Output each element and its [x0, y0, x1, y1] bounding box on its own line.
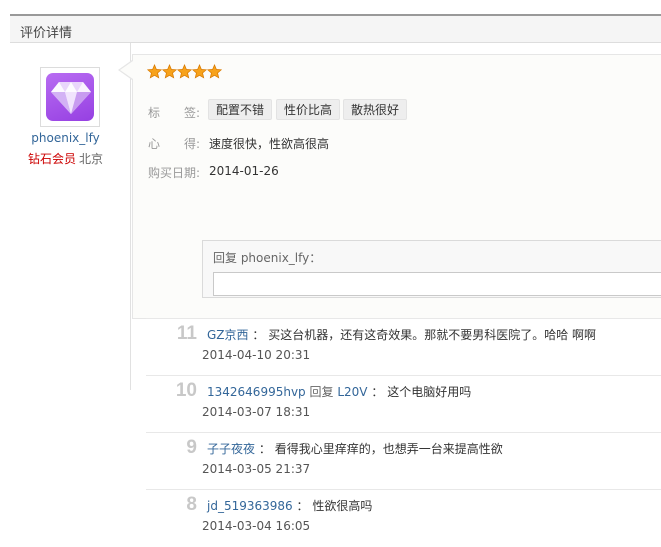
purchase-date: 2014-01-26: [209, 164, 279, 178]
comment-text: 这个电脑好用吗: [387, 385, 472, 399]
list-item: 9 子子夜夜 ： 看得我心里痒痒的，也想弄一台来提高性欲 2014-03-05 …: [146, 432, 661, 488]
comment-floor-number: 8: [186, 494, 197, 515]
comment-reply-target-link[interactable]: L20V: [337, 385, 367, 399]
comment-separator: ：: [258, 442, 271, 456]
avatar[interactable]: [40, 67, 100, 127]
star-icon: [176, 63, 193, 79]
tag-item: 配置不错: [208, 99, 273, 120]
star-icon: [206, 63, 223, 79]
star-icon: [146, 63, 163, 79]
comment-floor-number: 10: [175, 380, 197, 401]
list-item: 11 GZ京西 ： 买这台机器，还有这奇效果。那就不要男科医院了。哈哈 啊啊 2…: [146, 318, 661, 374]
diamond-icon: [51, 82, 91, 114]
review-comment: 速度很快，性欲高很高: [209, 137, 330, 151]
user-name-link[interactable]: phoenix_lfy: [0, 131, 131, 145]
star-rating: [146, 63, 223, 82]
comment-text: 买这台机器，还有这奇效果。那就不要男科医院了。哈哈 啊啊: [268, 328, 597, 342]
comment-floor-number: 9: [186, 437, 197, 458]
reply-label: 回复 phoenix_lfy：: [213, 251, 322, 265]
comment-user-link[interactable]: 1342646995hvp: [207, 385, 306, 399]
purchase-date-label: 购买日期:: [148, 166, 201, 180]
comment-date: 2014-03-05 21:37: [202, 462, 311, 476]
reply-input[interactable]: [213, 272, 661, 296]
comment-text: 性欲很高吗: [312, 499, 373, 513]
list-item: 8 jd_519363986 ： 性欲很高吗 2014-03-04 16:05: [146, 489, 661, 545]
comment-user-link[interactable]: 子子夜夜: [207, 442, 255, 456]
star-icon: [161, 63, 178, 79]
tags-label: 标 签:: [148, 106, 201, 120]
comment-separator: ：: [252, 328, 265, 342]
comment-user-link[interactable]: GZ京西: [207, 328, 249, 342]
comment-separator: ：: [296, 499, 309, 513]
user-column: phoenix_lfy 钻石会员 北京: [0, 43, 131, 390]
panel-title: 评价详情: [20, 26, 73, 41]
reply-box: 回复 phoenix_lfy：: [202, 240, 661, 298]
comment-date: 2014-04-10 20:31: [202, 348, 311, 362]
star-icon: [191, 63, 208, 79]
tag-item: 性价比高: [276, 99, 341, 120]
tag-item: 散热很好: [343, 99, 408, 120]
user-meta: 钻石会员 北京: [0, 150, 131, 167]
member-level: 钻石会员: [27, 152, 76, 166]
comment-date: 2014-03-07 18:31: [202, 405, 311, 419]
comment-reply-word: 回复: [309, 385, 334, 399]
comment-text: 看得我心里痒痒的，也想弄一台来提高性欲: [274, 442, 503, 456]
comment-label: 心 得:: [148, 137, 201, 151]
user-city: 北京: [79, 152, 104, 166]
list-item: 10 1342646995hvp 回复 L20V ： 这个电脑好用吗 2014-…: [146, 375, 661, 431]
review-box-pointer-fill: [120, 61, 133, 79]
comment-date: 2014-03-04 16:05: [202, 519, 311, 533]
comment-floor-number: 11: [176, 323, 197, 344]
review-panel-header: 评价详情: [10, 14, 661, 43]
comment-user-link[interactable]: jd_519363986: [207, 499, 293, 513]
comment-separator: ：: [371, 385, 384, 399]
